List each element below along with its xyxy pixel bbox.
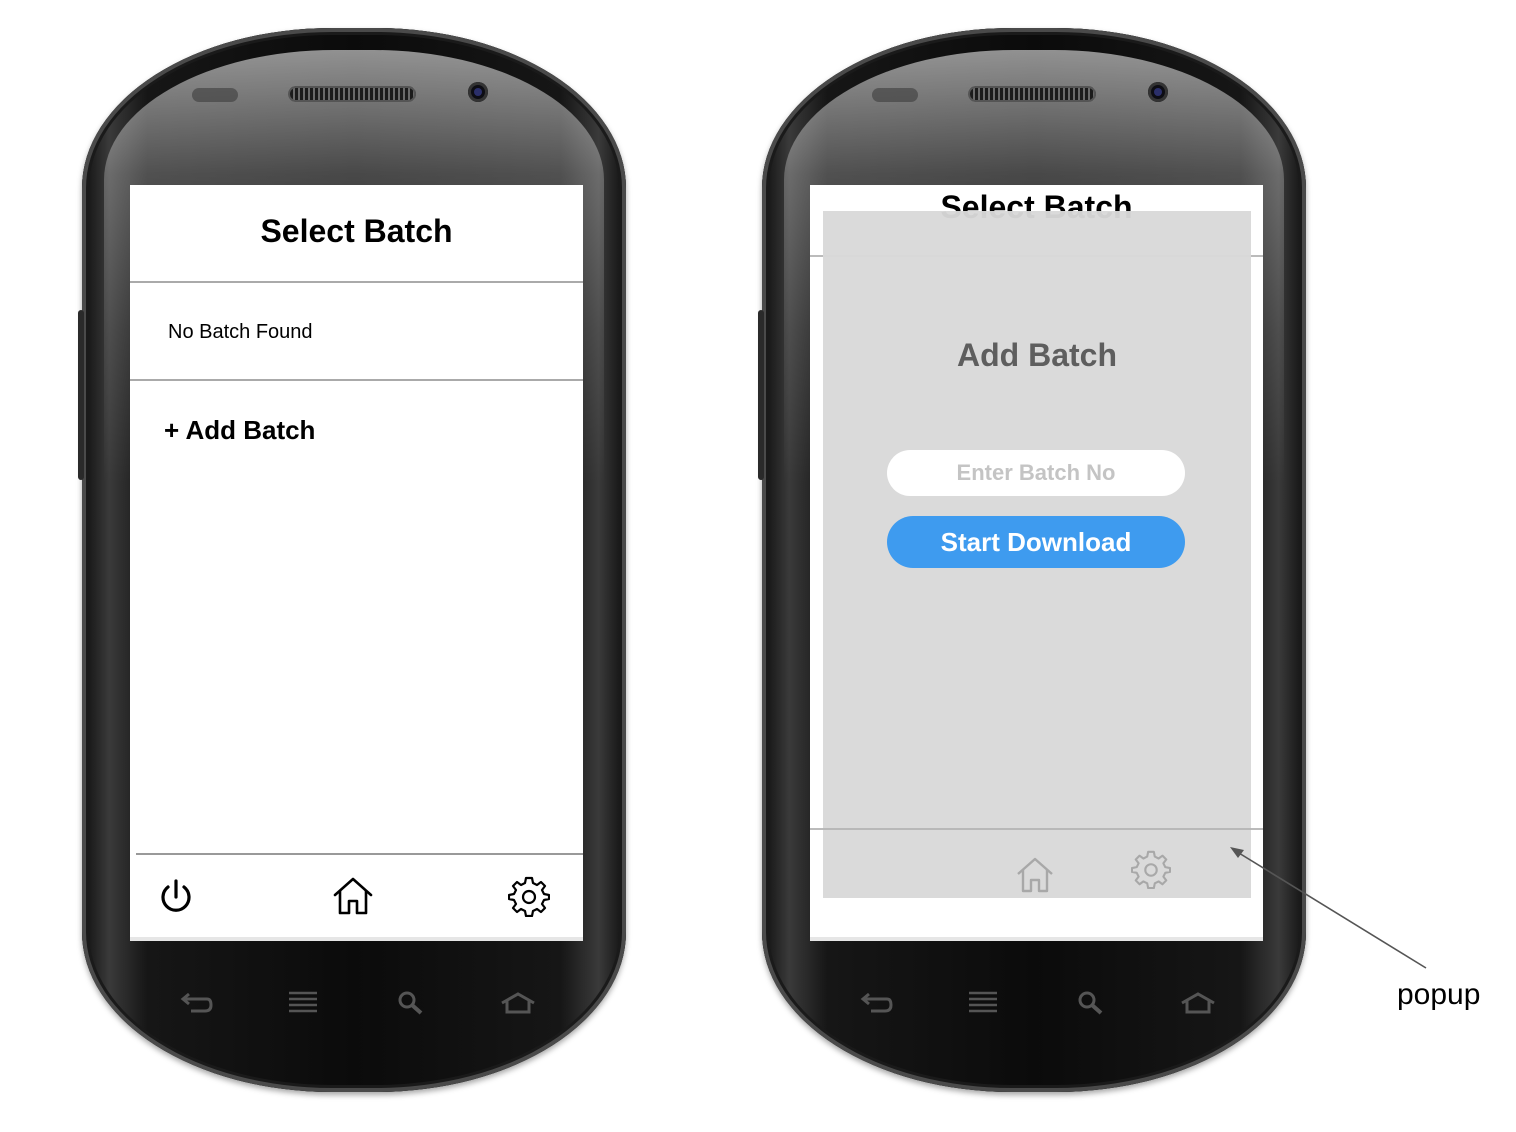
gear-icon: [1129, 847, 1173, 891]
phone-frame-left: Select Batch No Batch Found + Add Batch: [78, 28, 626, 1092]
popup-divider: [823, 828, 1251, 830]
volume-button: [78, 310, 84, 480]
gear-icon[interactable]: [506, 873, 552, 919]
home-icon[interactable]: [1178, 988, 1218, 1018]
page-title: Select Batch: [260, 213, 453, 249]
volume-button: [758, 310, 764, 480]
proximity-sensor: [872, 88, 918, 102]
home-icon[interactable]: [330, 873, 376, 919]
earpiece-speaker: [968, 86, 1096, 102]
proximity-sensor: [192, 88, 238, 102]
home-icon[interactable]: [498, 988, 538, 1018]
batch-number-input[interactable]: [887, 450, 1185, 496]
add-batch-button[interactable]: + Add Batch: [164, 415, 315, 446]
popup-callout-arrow: [1230, 847, 1427, 969]
back-icon[interactable]: [176, 988, 216, 1018]
hardware-keys: [142, 983, 572, 1023]
search-icon[interactable]: [1071, 988, 1111, 1018]
header: Select Batch: [130, 185, 583, 283]
home-icon: [1013, 853, 1057, 897]
bottom-nav-divider: [136, 853, 583, 855]
menu-icon[interactable]: [963, 988, 1003, 1018]
add-batch-popup: Add Batch Start Download: [823, 211, 1251, 898]
earpiece-speaker: [288, 86, 416, 102]
empty-state-row: No Batch Found: [130, 283, 583, 381]
search-icon[interactable]: [391, 988, 431, 1018]
hardware-keys: [822, 983, 1252, 1023]
front-camera-icon: [1148, 82, 1168, 102]
start-download-button[interactable]: Start Download: [887, 516, 1185, 568]
screen-add-batch: Select Batch Add Batch Start Download: [810, 185, 1263, 941]
menu-icon[interactable]: [283, 988, 323, 1018]
empty-message: No Batch Found: [168, 321, 313, 343]
power-icon[interactable]: [154, 875, 198, 919]
popup-title: Add Batch: [957, 337, 1117, 373]
front-camera-icon: [468, 82, 488, 102]
popup-callout-label: popup: [1397, 978, 1481, 1011]
screen-select-batch: Select Batch No Batch Found + Add Batch: [130, 185, 583, 941]
back-icon[interactable]: [856, 988, 896, 1018]
